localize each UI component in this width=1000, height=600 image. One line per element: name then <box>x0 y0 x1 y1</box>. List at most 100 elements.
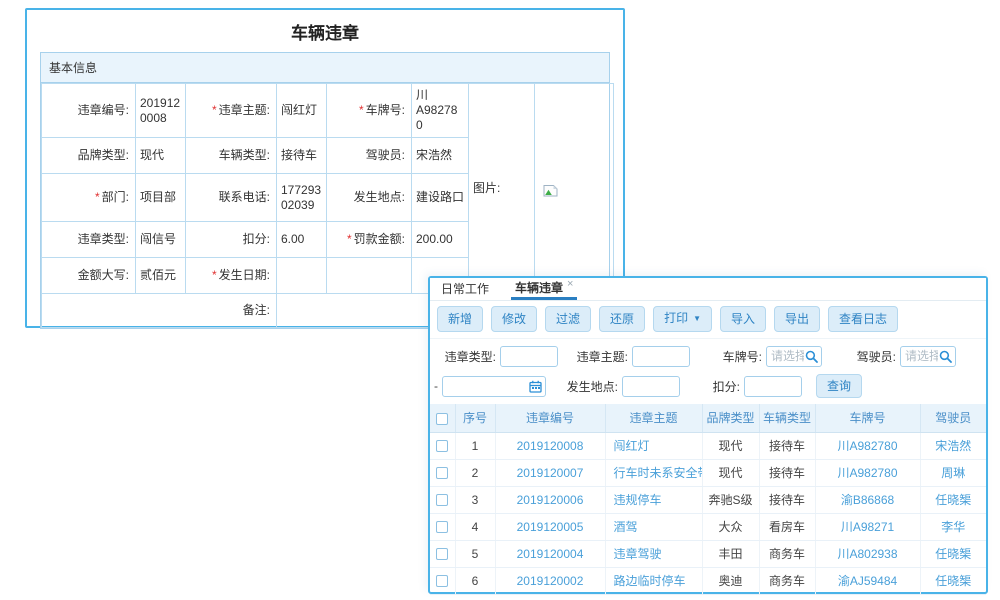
filter-input[interactable] <box>622 376 680 397</box>
broken-image-icon <box>543 184 558 197</box>
field-label: 违章编号: <box>42 84 136 138</box>
toolbar-button[interactable]: 过滤 <box>545 306 591 332</box>
filter-input[interactable] <box>500 346 558 367</box>
cell-brand-type: 现代 <box>702 459 759 486</box>
search-button[interactable]: 查询 <box>816 374 862 398</box>
filter-input-wrap <box>900 346 956 367</box>
cell-violation-code[interactable]: 2019120005 <box>495 513 605 540</box>
column-header[interactable]: 车辆类型 <box>759 404 815 432</box>
row-checkbox[interactable] <box>436 494 448 506</box>
tab-close-icon[interactable]: × <box>567 278 573 290</box>
cell-vehicle-type: 接待车 <box>759 459 815 486</box>
cell-violation-subject[interactable]: 违规停车 <box>605 486 702 513</box>
filter-input[interactable] <box>632 346 690 367</box>
search-icon[interactable] <box>805 350 818 363</box>
cell-driver[interactable]: 任晓榘 <box>920 486 986 513</box>
calendar-icon[interactable] <box>529 380 542 393</box>
toolbar-button-label: 打印 <box>664 311 688 325</box>
column-header[interactable]: 违章主题 <box>605 404 702 432</box>
required-asterisk: * <box>212 268 217 282</box>
filter-field: 违章类型: <box>440 346 558 367</box>
cell-driver[interactable]: 任晓榘 <box>920 567 986 594</box>
cell-plate-number[interactable]: 渝AJ59484 <box>815 567 920 594</box>
toolbar-button-label: 查看日志 <box>839 312 887 326</box>
cell-violation-subject[interactable]: 行车时未系安全带 <box>605 459 702 486</box>
filter-label: 扣分: <box>700 378 740 395</box>
filter-row-1: 违章类型: 违章主题: 车牌号: 驾驶员: <box>432 341 984 371</box>
table-row: 62019120002路边临时停车奥迪商务车渝AJ59484任晓榘 <box>430 567 986 594</box>
select-all-checkbox[interactable] <box>436 413 448 425</box>
picture-label: 图片: <box>469 84 535 294</box>
filter-input[interactable] <box>744 376 802 397</box>
cell-plate-number[interactable]: 川A982780 <box>815 432 920 459</box>
row-checkbox[interactable] <box>436 575 448 587</box>
cell-plate-number[interactable]: 川A802938 <box>815 540 920 567</box>
cell-plate-number[interactable]: 渝B86868 <box>815 486 920 513</box>
field-label: *部门: <box>42 174 136 222</box>
cell-plate-number[interactable]: 川A98271 <box>815 513 920 540</box>
tab-item[interactable]: 日常工作 <box>437 276 493 300</box>
tab-item[interactable]: 车辆违章× <box>511 275 577 300</box>
search-icon[interactable] <box>939 350 952 363</box>
cell-violation-code[interactable]: 2019120002 <box>495 567 605 594</box>
cell-plate-number[interactable]: 川A982780 <box>815 459 920 486</box>
column-header[interactable]: 违章编号 <box>495 404 605 432</box>
toolbar-button[interactable]: 还原 <box>599 306 645 332</box>
field-value <box>277 258 327 294</box>
picture-cell <box>535 84 614 294</box>
cell-row-number: 5 <box>455 540 495 567</box>
column-header[interactable]: 序号 <box>455 404 495 432</box>
cell-violation-code[interactable]: 2019120007 <box>495 459 605 486</box>
toolbar-button[interactable]: 导出 <box>774 306 820 332</box>
field-label: 品牌类型: <box>42 138 136 174</box>
field-label: 扣分: <box>186 222 277 258</box>
date-range-separator: - <box>434 379 442 393</box>
row-checkbox[interactable] <box>436 548 448 560</box>
toolbar-button[interactable]: 新增 <box>437 306 483 332</box>
toolbar-button[interactable]: 修改 <box>491 306 537 332</box>
filter-label: 驾驶员: <box>852 348 896 365</box>
required-asterisk: * <box>359 103 364 117</box>
filter-label: 违章主题: <box>572 348 628 365</box>
filter-field: 驾驶员: <box>852 346 956 367</box>
cell-violation-code[interactable]: 2019120004 <box>495 540 605 567</box>
select-all-cell <box>430 404 455 432</box>
cell-violation-subject[interactable]: 酒驾 <box>605 513 702 540</box>
filter-field: 违章主题: <box>572 346 690 367</box>
violations-grid: 序号违章编号违章主题品牌类型车辆类型车牌号驾驶员 12019120008闯红灯现… <box>430 404 986 595</box>
field-value: 宋浩然 <box>412 138 469 174</box>
filter-label: 违章类型: <box>440 348 496 365</box>
cell-brand-type: 现代 <box>702 432 759 459</box>
row-checkbox[interactable] <box>436 467 448 479</box>
column-header[interactable]: 驾驶员 <box>920 404 986 432</box>
cell-vehicle-type: 接待车 <box>759 432 815 459</box>
column-header[interactable]: 车牌号 <box>815 404 920 432</box>
field-label: *罚款金额: <box>327 222 412 258</box>
filter-row-2: -发生地点:扣分:查询 <box>432 371 984 401</box>
filter-label: 车牌号: <box>718 348 762 365</box>
toolbar-button[interactable]: 导入 <box>720 306 766 332</box>
cell-driver[interactable]: 任晓榘 <box>920 540 986 567</box>
field-value: 现代 <box>136 138 186 174</box>
cell-violation-code[interactable]: 2019120008 <box>495 432 605 459</box>
cell-violation-subject[interactable]: 闯红灯 <box>605 432 702 459</box>
cell-violation-subject[interactable]: 违章驾驶 <box>605 540 702 567</box>
toolbar-button[interactable]: 查看日志 <box>828 306 898 332</box>
cell-violation-code[interactable]: 2019120006 <box>495 486 605 513</box>
row-checkbox[interactable] <box>436 440 448 452</box>
column-header[interactable]: 品牌类型 <box>702 404 759 432</box>
row-checkbox[interactable] <box>436 521 448 533</box>
cell-driver[interactable]: 李华 <box>920 513 986 540</box>
cell-violation-subject[interactable]: 路边临时停车 <box>605 567 702 594</box>
field-label: *车牌号: <box>327 84 412 138</box>
cell-driver[interactable]: 宋浩然 <box>920 432 986 459</box>
field-label: 发生地点: <box>327 174 412 222</box>
field-value: 建设路口 <box>412 174 469 222</box>
field-value: 闯信号 <box>136 222 186 258</box>
field-value: 川A982780 <box>412 84 469 138</box>
cell-driver[interactable]: 周琳 <box>920 459 986 486</box>
toolbar-button[interactable]: 打印▼ <box>653 306 712 332</box>
toolbar-button-label: 导出 <box>785 312 809 326</box>
cell-brand-type: 大众 <box>702 513 759 540</box>
date-to-input-wrap <box>442 376 546 397</box>
